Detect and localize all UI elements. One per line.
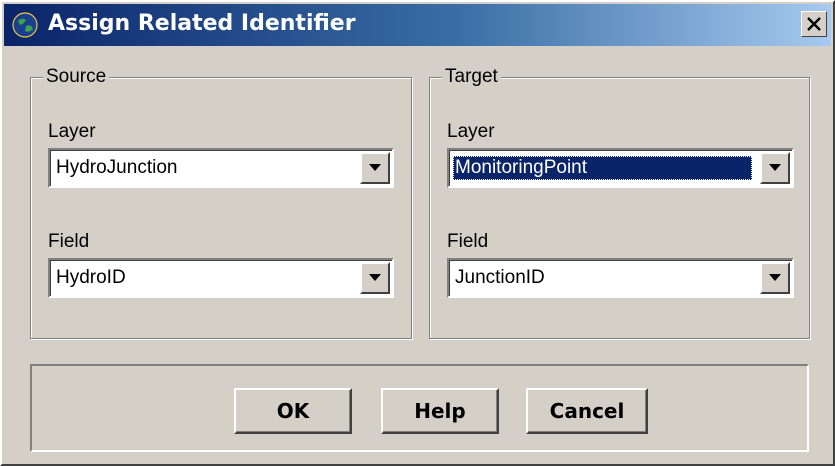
source-layer-value: HydroJunction — [56, 157, 178, 178]
source-field-dropdown-arrow[interactable] — [360, 262, 390, 294]
assign-related-identifier-dialog: Assign Related Identifier Source Layer H… — [0, 0, 835, 466]
close-icon — [807, 17, 821, 31]
target-group: Target Layer MonitoringPoint Field Junct… — [429, 65, 810, 339]
target-field-dropdown[interactable]: JunctionID — [447, 258, 794, 298]
source-layer-dropdown[interactable]: HydroJunction — [48, 148, 394, 188]
source-group-label: Source — [43, 65, 110, 89]
source-group: Source Layer HydroJunction Field HydroID — [30, 65, 412, 339]
target-field-dropdown-arrow[interactable] — [760, 262, 790, 294]
chevron-down-icon — [369, 274, 381, 281]
target-layer-value: MonitoringPoint — [453, 156, 752, 180]
source-layer-dropdown-arrow[interactable] — [360, 152, 390, 184]
cancel-button[interactable]: Cancel — [526, 388, 648, 434]
globe-icon — [12, 12, 38, 38]
source-field-dropdown[interactable]: HydroID — [48, 258, 394, 298]
button-panel: OK Help Cancel — [30, 364, 809, 452]
target-group-label: Target — [442, 65, 501, 89]
target-layer-label: Layer — [447, 121, 495, 142]
help-button[interactable]: Help — [381, 388, 499, 434]
source-field-label: Field — [48, 231, 90, 252]
chevron-down-icon — [769, 164, 781, 171]
target-field-label: Field — [447, 231, 489, 252]
source-field-value: HydroID — [56, 267, 126, 288]
close-button[interactable] — [801, 11, 827, 37]
chevron-down-icon — [769, 274, 781, 281]
title-bar[interactable]: Assign Related Identifier — [4, 4, 831, 46]
window-title: Assign Related Identifier — [48, 11, 356, 36]
target-layer-dropdown[interactable]: MonitoringPoint — [447, 148, 794, 188]
target-field-value: JunctionID — [455, 267, 545, 288]
target-layer-dropdown-arrow[interactable] — [760, 152, 790, 184]
chevron-down-icon — [369, 164, 381, 171]
ok-button[interactable]: OK — [234, 388, 352, 434]
source-layer-label: Layer — [48, 121, 96, 142]
